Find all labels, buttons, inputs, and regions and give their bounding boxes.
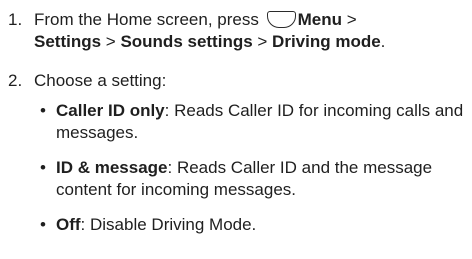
step-1: 1. From the Home screen, press Menu > Se…	[8, 9, 466, 53]
menu-key-icon	[266, 11, 296, 28]
separator: >	[101, 32, 121, 51]
option-term: Caller ID only	[56, 101, 165, 120]
step-1-text: From the Home screen, press Menu > Setti…	[34, 9, 466, 53]
option-off: • Off: Disable Driving Mode.	[36, 214, 466, 236]
step-2: 2. Choose a setting:	[8, 70, 466, 92]
bullet-icon: •	[40, 158, 46, 177]
menu-label: Menu	[297, 10, 342, 29]
option-id-and-message: • ID & message: Reads Caller ID and the …	[36, 157, 466, 201]
step-2-text: Choose a setting:	[34, 71, 167, 90]
option-caller-id-only: • Caller ID only: Reads Caller ID for in…	[36, 100, 466, 144]
bullet-icon: •	[40, 215, 46, 234]
option-description: : Disable Driving Mode.	[80, 215, 257, 234]
period: .	[380, 32, 386, 51]
settings-label: Settings	[34, 32, 102, 51]
options-list: • Caller ID only: Reads Caller ID for in…	[36, 100, 466, 249]
step-1-prefix: From the Home screen, press	[34, 10, 259, 29]
separator: >	[252, 32, 273, 51]
option-term: Off	[56, 215, 81, 234]
sounds-settings-label: Sounds settings	[120, 32, 253, 51]
driving-mode-label: Driving mode	[272, 32, 381, 51]
step-number: 2.	[8, 71, 23, 90]
separator: >	[341, 10, 357, 29]
bullet-icon: •	[40, 101, 46, 120]
step-number: 1.	[8, 10, 23, 29]
option-term: ID & message	[56, 158, 168, 177]
